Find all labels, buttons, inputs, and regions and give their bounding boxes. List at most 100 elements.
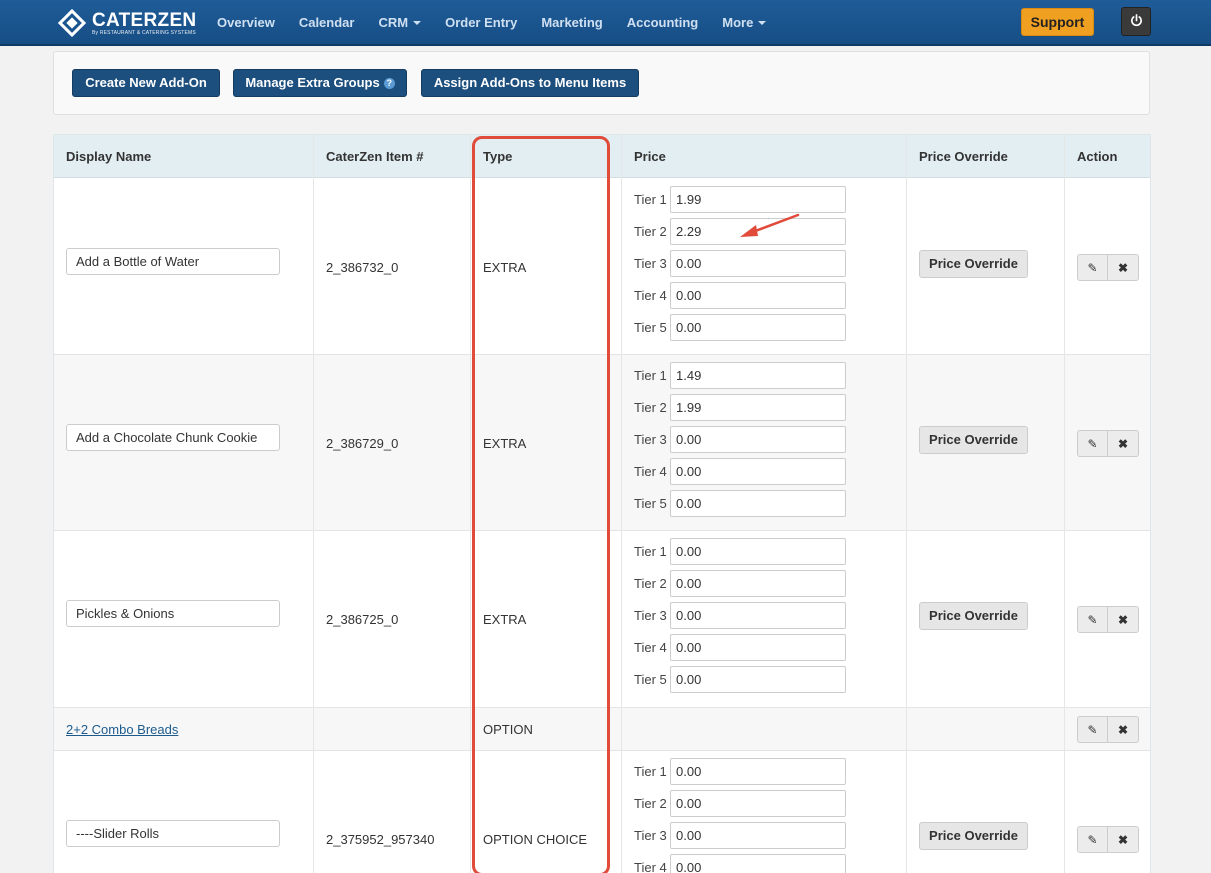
price-override-button[interactable]: Price Override: [919, 602, 1028, 630]
edit-button[interactable]: ✎: [1077, 430, 1108, 457]
tier-3-price: Tier 3 0.00: [634, 250, 854, 277]
logout-button[interactable]: [1121, 7, 1151, 36]
tier-price-input[interactable]: 0.00: [670, 758, 846, 785]
header-price-override[interactable]: Price Override: [907, 135, 1008, 178]
power-icon: [1130, 14, 1142, 27]
tier-5-price: Tier 5 0.00: [634, 490, 854, 517]
column-divider: [906, 135, 907, 873]
nav-accounting[interactable]: Accounting: [615, 15, 711, 30]
tier-price-input[interactable]: 0.00: [670, 790, 846, 817]
caret-down-icon: [758, 21, 767, 26]
tier-price-input[interactable]: 0.00: [670, 666, 846, 693]
display-name-input[interactable]: Add a Bottle of Water: [66, 248, 280, 275]
edit-icon: ✎: [1087, 832, 1098, 847]
tier-price-input[interactable]: 0.00: [670, 854, 846, 873]
tier-price-input[interactable]: 0.00: [670, 570, 846, 597]
type-value: EXTRA: [483, 436, 527, 451]
nav-more[interactable]: More: [710, 15, 778, 30]
tier-price-input[interactable]: 0.00: [670, 426, 846, 453]
type-value: EXTRA: [483, 260, 527, 275]
display-name-input[interactable]: ----Slider Rolls: [66, 820, 280, 847]
assign-addons-button[interactable]: Assign Add-Ons to Menu Items: [421, 69, 639, 97]
delete-button[interactable]: ✖: [1108, 826, 1139, 853]
close-icon: ✖: [1117, 436, 1129, 451]
logo-diamond-icon: [57, 8, 87, 38]
item-number: 2_386732_0: [326, 260, 399, 275]
type-value: OPTION: [483, 722, 533, 737]
price-override-button[interactable]: Price Override: [919, 822, 1028, 850]
item-number: 2_375952_957340: [326, 832, 435, 847]
main-menu: Overview Calendar CRM Order Entry Market…: [205, 0, 778, 44]
tier-1-price: Tier 1 0.00: [634, 538, 854, 565]
edit-button[interactable]: ✎: [1077, 716, 1108, 743]
tier-1-price: Tier 1 1.99: [634, 186, 854, 213]
item-number: 2_386725_0: [326, 612, 399, 627]
tier-price-input[interactable]: 0.00: [670, 458, 846, 485]
tier-price-input[interactable]: 0.00: [670, 634, 846, 661]
create-addon-button[interactable]: Create New Add-On: [72, 69, 220, 97]
help-icon[interactable]: ?: [383, 78, 395, 89]
edit-button[interactable]: ✎: [1077, 254, 1108, 281]
edit-button[interactable]: ✎: [1077, 826, 1108, 853]
tier-4-price: Tier 4 0.00: [634, 458, 854, 485]
tier-1-price: Tier 1 0.00: [634, 758, 854, 785]
tier-price-input[interactable]: 0.00: [670, 314, 846, 341]
support-button[interactable]: Support: [1021, 8, 1094, 36]
header-display-name[interactable]: Display Name: [54, 135, 151, 178]
tier-price-input[interactable]: 0.00: [670, 490, 846, 517]
delete-button[interactable]: ✖: [1108, 254, 1139, 281]
tier-price-input[interactable]: 0.00: [670, 250, 846, 277]
display-name-input[interactable]: Add a Chocolate Chunk Cookie: [66, 424, 280, 451]
tier-price-input[interactable]: 1.99: [670, 186, 846, 213]
tier-price-input[interactable]: 0.00: [670, 282, 846, 309]
tier-4-price: Tier 4 0.00: [634, 634, 854, 661]
tier-price-input[interactable]: 0.00: [670, 538, 846, 565]
nav-marketing[interactable]: Marketing: [529, 15, 614, 30]
top-navbar: CATERZEN By RESTAURANT & CATERING SYSTEM…: [0, 0, 1211, 46]
nav-calendar[interactable]: Calendar: [287, 15, 367, 30]
annotation-arrow-icon: [740, 213, 800, 237]
extra-group-link[interactable]: 2+2 Combo Breads: [66, 722, 178, 737]
logo-name: CATERZEN: [92, 9, 197, 31]
caterzen-logo[interactable]: CATERZEN By RESTAURANT & CATERING SYSTEM…: [57, 8, 197, 38]
addons-table: Display Name CaterZen Item # Type Price …: [53, 134, 1151, 873]
nav-order-entry[interactable]: Order Entry: [433, 15, 529, 30]
type-value: OPTION CHOICE: [483, 832, 588, 847]
tier-price-input[interactable]: 1.99: [670, 394, 846, 421]
column-divider: [621, 135, 622, 873]
row-actions: ✎ ✖: [1077, 430, 1139, 457]
nav-overview[interactable]: Overview: [205, 15, 287, 30]
delete-button[interactable]: ✖: [1108, 606, 1139, 633]
row-actions: ✎ ✖: [1077, 606, 1139, 633]
header-price[interactable]: Price: [622, 135, 666, 178]
header-item-number[interactable]: CaterZen Item #: [314, 135, 424, 178]
tier-price-input[interactable]: 0.00: [670, 822, 846, 849]
table-row: Add a Bottle of Water 2_386732_0 EXTRA T…: [54, 178, 1150, 355]
column-divider: [313, 135, 314, 873]
tier-5-price: Tier 5 0.00: [634, 666, 854, 693]
display-name-input[interactable]: Pickles & Onions: [66, 600, 280, 627]
delete-button[interactable]: ✖: [1108, 430, 1139, 457]
tier-price-input[interactable]: 1.49: [670, 362, 846, 389]
tier-3-price: Tier 3 0.00: [634, 602, 854, 629]
edit-icon: ✎: [1087, 722, 1098, 737]
manage-extra-groups-button[interactable]: Manage Extra Groups?: [233, 69, 407, 97]
header-type[interactable]: Type: [471, 135, 512, 178]
close-icon: ✖: [1117, 260, 1129, 275]
delete-button[interactable]: ✖: [1108, 716, 1139, 743]
price-override-button[interactable]: Price Override: [919, 250, 1028, 278]
edit-icon: ✎: [1087, 612, 1098, 627]
edit-button[interactable]: ✎: [1077, 606, 1108, 633]
nav-crm[interactable]: CRM: [366, 15, 433, 30]
row-actions: ✎ ✖: [1077, 254, 1139, 281]
edit-icon: ✎: [1087, 436, 1098, 451]
tier-price-input[interactable]: 0.00: [670, 602, 846, 629]
tier-5-price: Tier 5 0.00: [634, 314, 854, 341]
price-override-button[interactable]: Price Override: [919, 426, 1028, 454]
close-icon: ✖: [1117, 722, 1129, 737]
table-row: Add a Chocolate Chunk Cookie 2_386729_0 …: [54, 355, 1150, 531]
type-value: EXTRA: [483, 612, 527, 627]
table-row: Pickles & Onions 2_386725_0 EXTRA Tier 1…: [54, 531, 1150, 708]
row-actions: ✎ ✖: [1077, 826, 1139, 853]
tier-3-price: Tier 3 0.00: [634, 426, 854, 453]
